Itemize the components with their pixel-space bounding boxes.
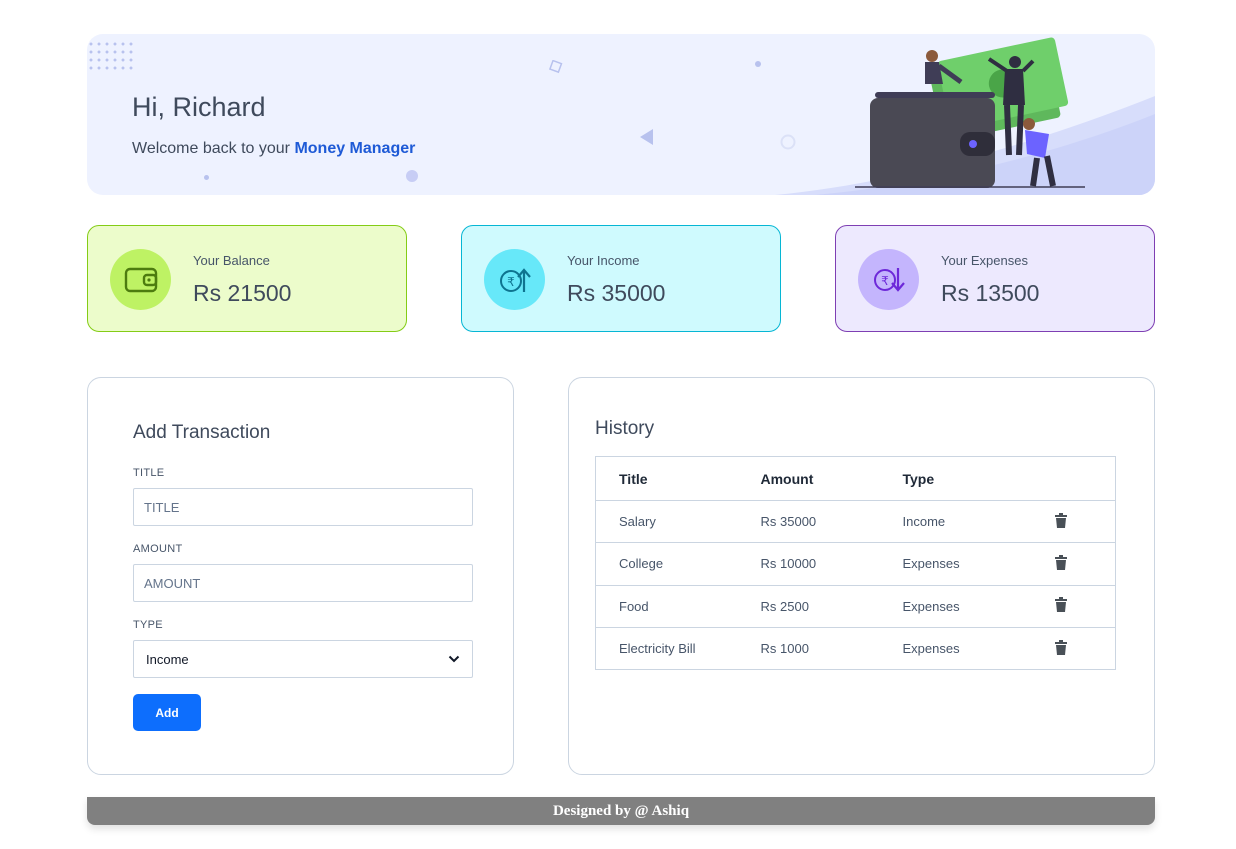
- type-field-label: TYPE: [133, 619, 163, 631]
- row-title: Food: [595, 585, 761, 628]
- title-input[interactable]: [133, 488, 473, 526]
- svg-text:₹: ₹: [881, 274, 889, 288]
- income-card: ₹ Your Income Rs 35000: [461, 225, 781, 332]
- greeting-heading: Hi, Richard: [132, 92, 266, 122]
- title-field-label: TITLE: [133, 467, 165, 479]
- welcome-banner: Hi, Richard Welcome back to your Money M…: [87, 34, 1155, 195]
- balance-icon-circle: [110, 249, 171, 310]
- expenses-label: Your Expenses: [941, 253, 1028, 268]
- history-header-row: Title Amount Type: [595, 456, 1116, 501]
- expenses-icon-circle: ₹: [858, 249, 919, 310]
- money-wallet-illustration: [775, 37, 1155, 195]
- add-button[interactable]: Add: [133, 694, 201, 731]
- expenses-card: ₹ Your Expenses Rs 13500: [835, 225, 1155, 332]
- type-selected-value: Income: [146, 651, 189, 667]
- column-header-type: Type: [902, 456, 1055, 501]
- rupee-down-icon: ₹: [873, 267, 905, 292]
- history-title: History: [595, 418, 655, 439]
- table-row: Electricity Bill Rs 1000 Expenses: [595, 627, 1116, 671]
- table-row: Salary Rs 35000 Income: [595, 500, 1116, 544]
- history-panel: History Title Amount Type Salary Rs 3500…: [568, 377, 1155, 775]
- row-amount: Rs 2500: [760, 585, 903, 628]
- row-type: Expenses: [902, 542, 1055, 586]
- income-icon-circle: ₹: [484, 249, 545, 310]
- table-row: College Rs 10000 Expenses: [595, 542, 1116, 586]
- balance-card: Your Balance Rs 21500: [87, 225, 407, 332]
- dot-decoration: [406, 170, 418, 182]
- row-type: Expenses: [902, 627, 1055, 671]
- trash-icon[interactable]: [1054, 597, 1067, 613]
- balance-value: Rs 21500: [193, 280, 292, 306]
- row-amount: Rs 35000: [760, 500, 903, 544]
- row-type: Expenses: [902, 585, 1055, 628]
- expenses-value: Rs 13500: [941, 280, 1040, 306]
- welcome-text: Welcome back to your Money Manager: [132, 140, 415, 158]
- chevron-down-icon: [448, 655, 460, 663]
- row-type: Income: [902, 500, 1055, 544]
- income-label: Your Income: [567, 253, 640, 268]
- dots-decoration: [87, 40, 135, 72]
- svg-text:₹: ₹: [507, 275, 515, 289]
- trash-icon[interactable]: [1054, 639, 1067, 655]
- amount-input[interactable]: [133, 564, 473, 602]
- trash-icon[interactable]: [1054, 512, 1067, 528]
- rupee-up-icon: ₹: [499, 267, 531, 292]
- add-transaction-title: Add Transaction: [133, 422, 271, 443]
- dot-decoration: [204, 175, 209, 180]
- row-title: Electricity Bill: [595, 627, 761, 671]
- column-header-actions: [1054, 456, 1116, 501]
- history-table: Title Amount Type Salary Rs 35000 Income…: [595, 456, 1116, 671]
- table-row: Food Rs 2500 Expenses: [595, 585, 1116, 628]
- trash-icon[interactable]: [1054, 554, 1067, 570]
- add-transaction-panel: Add Transaction TITLE AMOUNT TYPE Income…: [87, 377, 514, 775]
- square-decoration: [549, 60, 563, 74]
- footer-credit: Designed by @ Ashiq: [87, 797, 1155, 825]
- row-title: College: [595, 542, 761, 586]
- brand-name: Money Manager: [294, 140, 416, 157]
- amount-field-label: AMOUNT: [133, 543, 183, 555]
- column-header-title: Title: [595, 456, 761, 501]
- wallet-icon: [124, 267, 157, 292]
- row-amount: Rs 10000: [760, 542, 903, 586]
- row-amount: Rs 1000: [760, 627, 903, 671]
- triangle-decoration: [640, 129, 653, 145]
- welcome-prefix: Welcome back to your: [132, 140, 295, 157]
- type-select[interactable]: Income: [133, 640, 473, 678]
- dot-decoration: [755, 61, 761, 67]
- balance-label: Your Balance: [193, 253, 270, 268]
- column-header-amount: Amount: [760, 456, 903, 501]
- income-value: Rs 35000: [567, 280, 666, 306]
- row-title: Salary: [595, 500, 761, 544]
